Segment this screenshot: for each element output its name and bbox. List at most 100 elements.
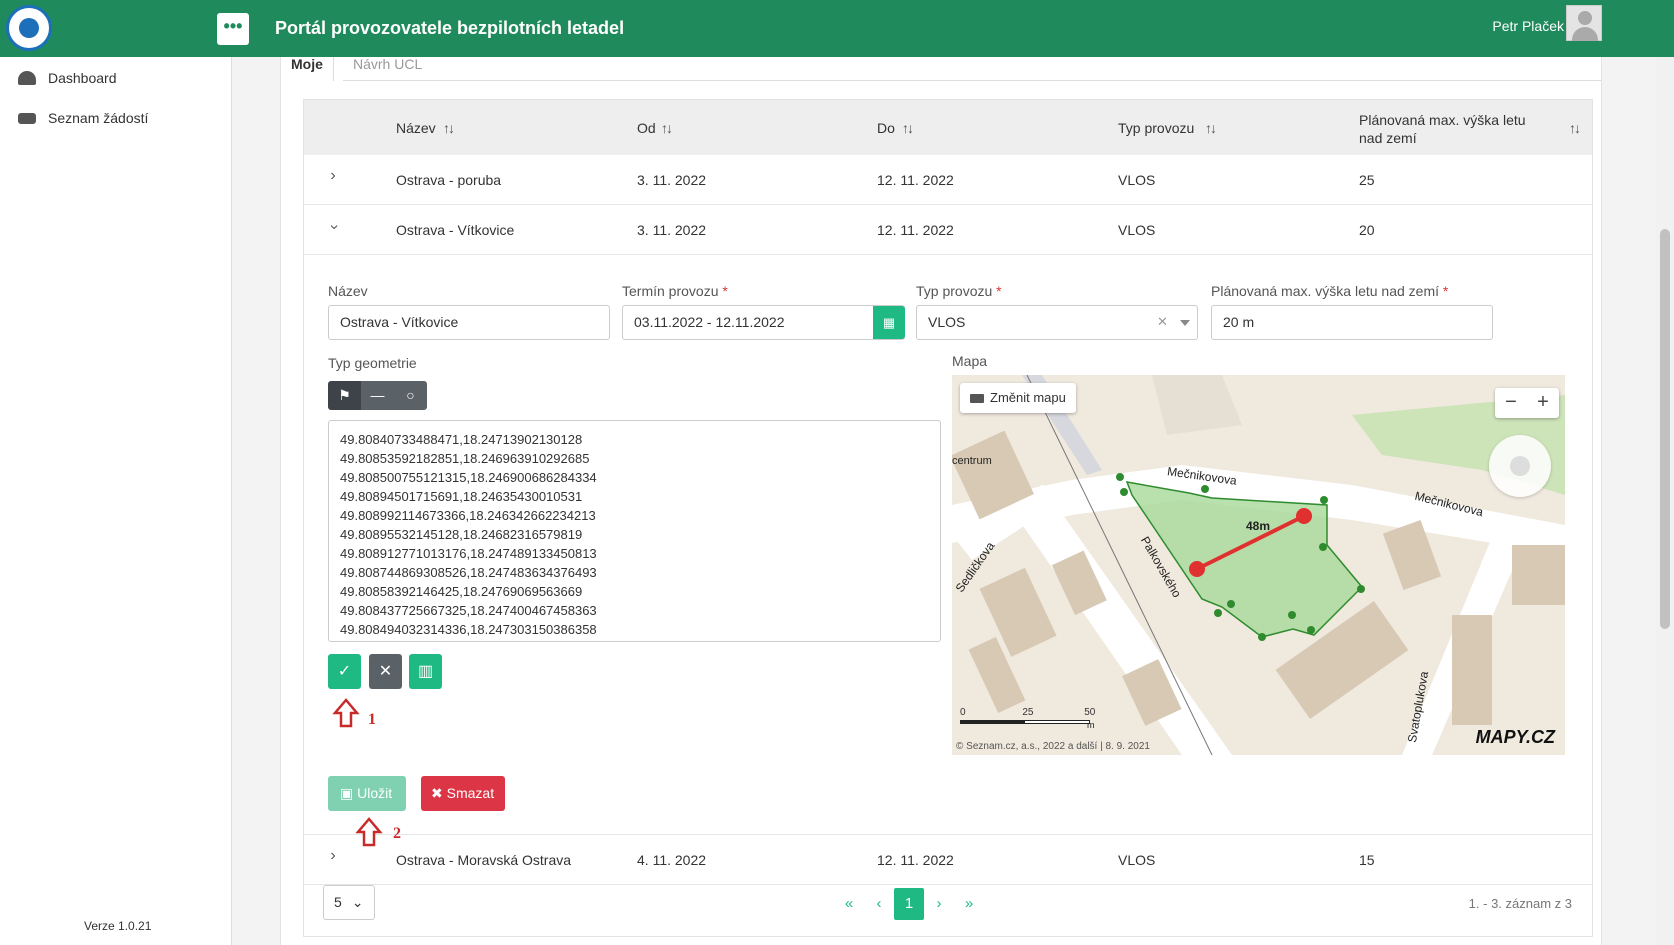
cell-type: VLOS	[1118, 852, 1156, 868]
main-content: Moje Návrh UCL Název ↑↓ Od ↑↓ Do ↑↓ Typ …	[232, 57, 1674, 945]
coordinate-line: 49.808912771013176,18.247489133450813	[340, 546, 597, 561]
next-page-button[interactable]: ›	[924, 888, 954, 920]
page-size-select[interactable]: 5 ⌄	[323, 885, 375, 920]
scale-label: 25	[1022, 707, 1034, 718]
line-icon[interactable]: —	[361, 381, 394, 410]
cell-from: 3. 11. 2022	[637, 222, 707, 238]
cell-to: 12. 11. 2022	[877, 222, 954, 238]
coordinate-line: 49.808744869308526,18.247483634376493	[340, 565, 597, 580]
scale-unit: m	[1087, 720, 1095, 730]
scrollbar[interactable]	[1656, 57, 1674, 945]
term-input[interactable]: 03.11.2022 - 12.11.2022	[622, 305, 905, 340]
cell-type: VLOS	[1118, 222, 1156, 238]
menu-toggle-button[interactable]: •••	[217, 13, 249, 45]
cell-from: 3. 11. 2022	[637, 172, 707, 188]
calendar-icon[interactable]: ▦	[873, 306, 905, 339]
change-map-label: Změnit mapu	[990, 390, 1066, 405]
column-header-height[interactable]: Plánovaná max. výška letu nad zemí	[1359, 111, 1549, 147]
delete-button[interactable]: ✖ Smazat	[421, 776, 505, 811]
top-bar: ••• Portál provozovatele bezpilotních le…	[0, 0, 1674, 57]
height-input[interactable]: 20 m	[1211, 305, 1493, 340]
change-map-button[interactable]: Změnit mapu	[960, 383, 1076, 413]
scrollbar-thumb[interactable]	[1660, 229, 1670, 629]
pagination-info: 1. - 3. záznam z 3	[1468, 896, 1572, 911]
avatar[interactable]	[1566, 5, 1602, 41]
chevron-right-icon[interactable]: ›	[323, 167, 343, 187]
app-title: Portál provozovatele bezpilotních letade…	[275, 18, 625, 38]
pagination: « ‹ 1 › »	[834, 888, 984, 920]
term-label: Termín provozu *	[622, 283, 728, 299]
cell-height: 15	[1359, 852, 1375, 868]
column-header-name[interactable]: Název	[396, 120, 436, 136]
tab-navrh-ucl[interactable]: Návrh UCL	[343, 57, 432, 81]
sort-icon[interactable]: ↑↓	[443, 120, 455, 136]
table-row[interactable]: › Ostrava - Vítkovice 3. 11. 2022 12. 11…	[304, 205, 1592, 255]
coordinate-line: 49.8089921146733​66,18.246342662234213	[340, 508, 596, 523]
coordinates-textarea[interactable]: 49.80840733488471,18.24713902130128 49.8…	[328, 420, 941, 642]
column-header-from[interactable]: Od	[637, 120, 656, 136]
sidebar-item-dashboard[interactable]: Dashboard	[18, 70, 117, 86]
map-scale: 0 25 50	[960, 707, 1095, 724]
user-name[interactable]: Petr Plaček	[1492, 18, 1564, 34]
clear-icon[interactable]: ✕	[1157, 314, 1168, 330]
chevron-down-icon[interactable]: ›	[323, 217, 343, 237]
app-logo[interactable]	[6, 5, 52, 51]
sidebar-item-label: Dashboard	[48, 70, 117, 86]
compass-control[interactable]	[1489, 435, 1551, 497]
scale-bar	[960, 720, 1090, 724]
mapy-logo[interactable]: MAPY.CZ	[1476, 727, 1555, 748]
tabs-divider	[343, 80, 1601, 81]
tab-moje[interactable]: Moje	[281, 57, 334, 81]
show-on-map-button[interactable]: ▥	[409, 654, 442, 689]
sort-icon[interactable]: ↑↓	[902, 120, 914, 136]
zoom-out-button[interactable]: −	[1495, 388, 1527, 418]
chevron-right-icon[interactable]: ›	[323, 847, 343, 867]
column-header-type[interactable]: Typ provozu	[1118, 120, 1194, 136]
inbox-icon	[18, 112, 36, 124]
prev-page-button[interactable]: ‹	[864, 888, 894, 920]
confirm-geometry-button[interactable]: ✓	[328, 654, 361, 689]
sort-icon[interactable]: ↑↓	[1205, 120, 1217, 136]
coordinate-line: 49.80895532145128,18.24682316579819	[340, 527, 583, 542]
map-layers-icon	[970, 394, 984, 403]
table-row[interactable]: › Ostrava - poruba 3. 11. 2022 12. 11. 2…	[304, 155, 1592, 205]
cancel-geometry-button[interactable]: ✕	[369, 654, 402, 689]
map-view[interactable]: Mečnikovova Mečnikovova Palkovského Sedl…	[952, 375, 1565, 755]
coordinate-line: 49.80858392146425,18.24769069563669	[340, 584, 583, 599]
circle-icon[interactable]: ○	[394, 381, 427, 410]
cell-height: 25	[1359, 172, 1375, 188]
height-label: Plánovaná max. výška letu nad zemí *	[1211, 283, 1449, 299]
coordinate-line: 49.808494032314336,18.247303150386358	[340, 622, 597, 637]
name-input[interactable]: Ostrava - Vítkovice	[328, 305, 610, 340]
requests-table: Název ↑↓ Od ↑↓ Do ↑↓ Typ provozu ↑↓ Plán…	[303, 99, 1593, 937]
type-select[interactable]: VLOS	[916, 305, 1198, 340]
map-copyright[interactable]: © Seznam.cz, a.s., 2022 a další | 8. 9. …	[956, 741, 1150, 752]
table-header: Název ↑↓ Od ↑↓ Do ↑↓ Typ provozu ↑↓ Plán…	[304, 100, 1592, 155]
cell-to: 12. 11. 2022	[877, 172, 954, 188]
save-button[interactable]: ▣ Uložit	[328, 776, 406, 811]
annotation-number: 1	[368, 711, 376, 728]
coordinate-line: 49.808500755121315,18.246900686284334	[340, 470, 597, 485]
first-page-button[interactable]: «	[834, 888, 864, 920]
column-header-to[interactable]: Do	[877, 120, 895, 136]
zoom-in-button[interactable]: +	[1527, 388, 1559, 418]
sort-icon[interactable]: ↑↓	[661, 120, 673, 136]
sort-icon[interactable]: ↑↓	[1569, 120, 1581, 136]
sidebar: Dashboard Seznam žádostí Verze 1.0.21	[0, 57, 232, 945]
sidebar-item-requests[interactable]: Seznam žádostí	[18, 110, 148, 126]
last-page-button[interactable]: »	[954, 888, 984, 920]
table-row[interactable]: › Ostrava - Moravská Ostrava 4. 11. 2022…	[304, 835, 1592, 885]
map-canvas	[952, 375, 1565, 755]
annotation-arrow-icon	[332, 698, 360, 728]
cell-to: 12. 11. 2022	[877, 852, 954, 868]
chevron-down-icon[interactable]	[1180, 320, 1190, 326]
page-1-button[interactable]: 1	[894, 888, 924, 920]
coordinate-line: 49.808437725667325,18.247400467458363	[340, 603, 597, 618]
type-label: Typ provozu *	[916, 283, 1002, 299]
distance-label: 48m	[1246, 519, 1271, 533]
polygon-icon[interactable]: ⚑	[328, 381, 361, 410]
content-card: Moje Návrh UCL Název ↑↓ Od ↑↓ Do ↑↓ Typ …	[280, 57, 1602, 945]
chevron-down-icon: ⌄	[351, 894, 364, 910]
dashboard-icon	[18, 71, 36, 85]
street-label: centrum	[952, 455, 992, 467]
